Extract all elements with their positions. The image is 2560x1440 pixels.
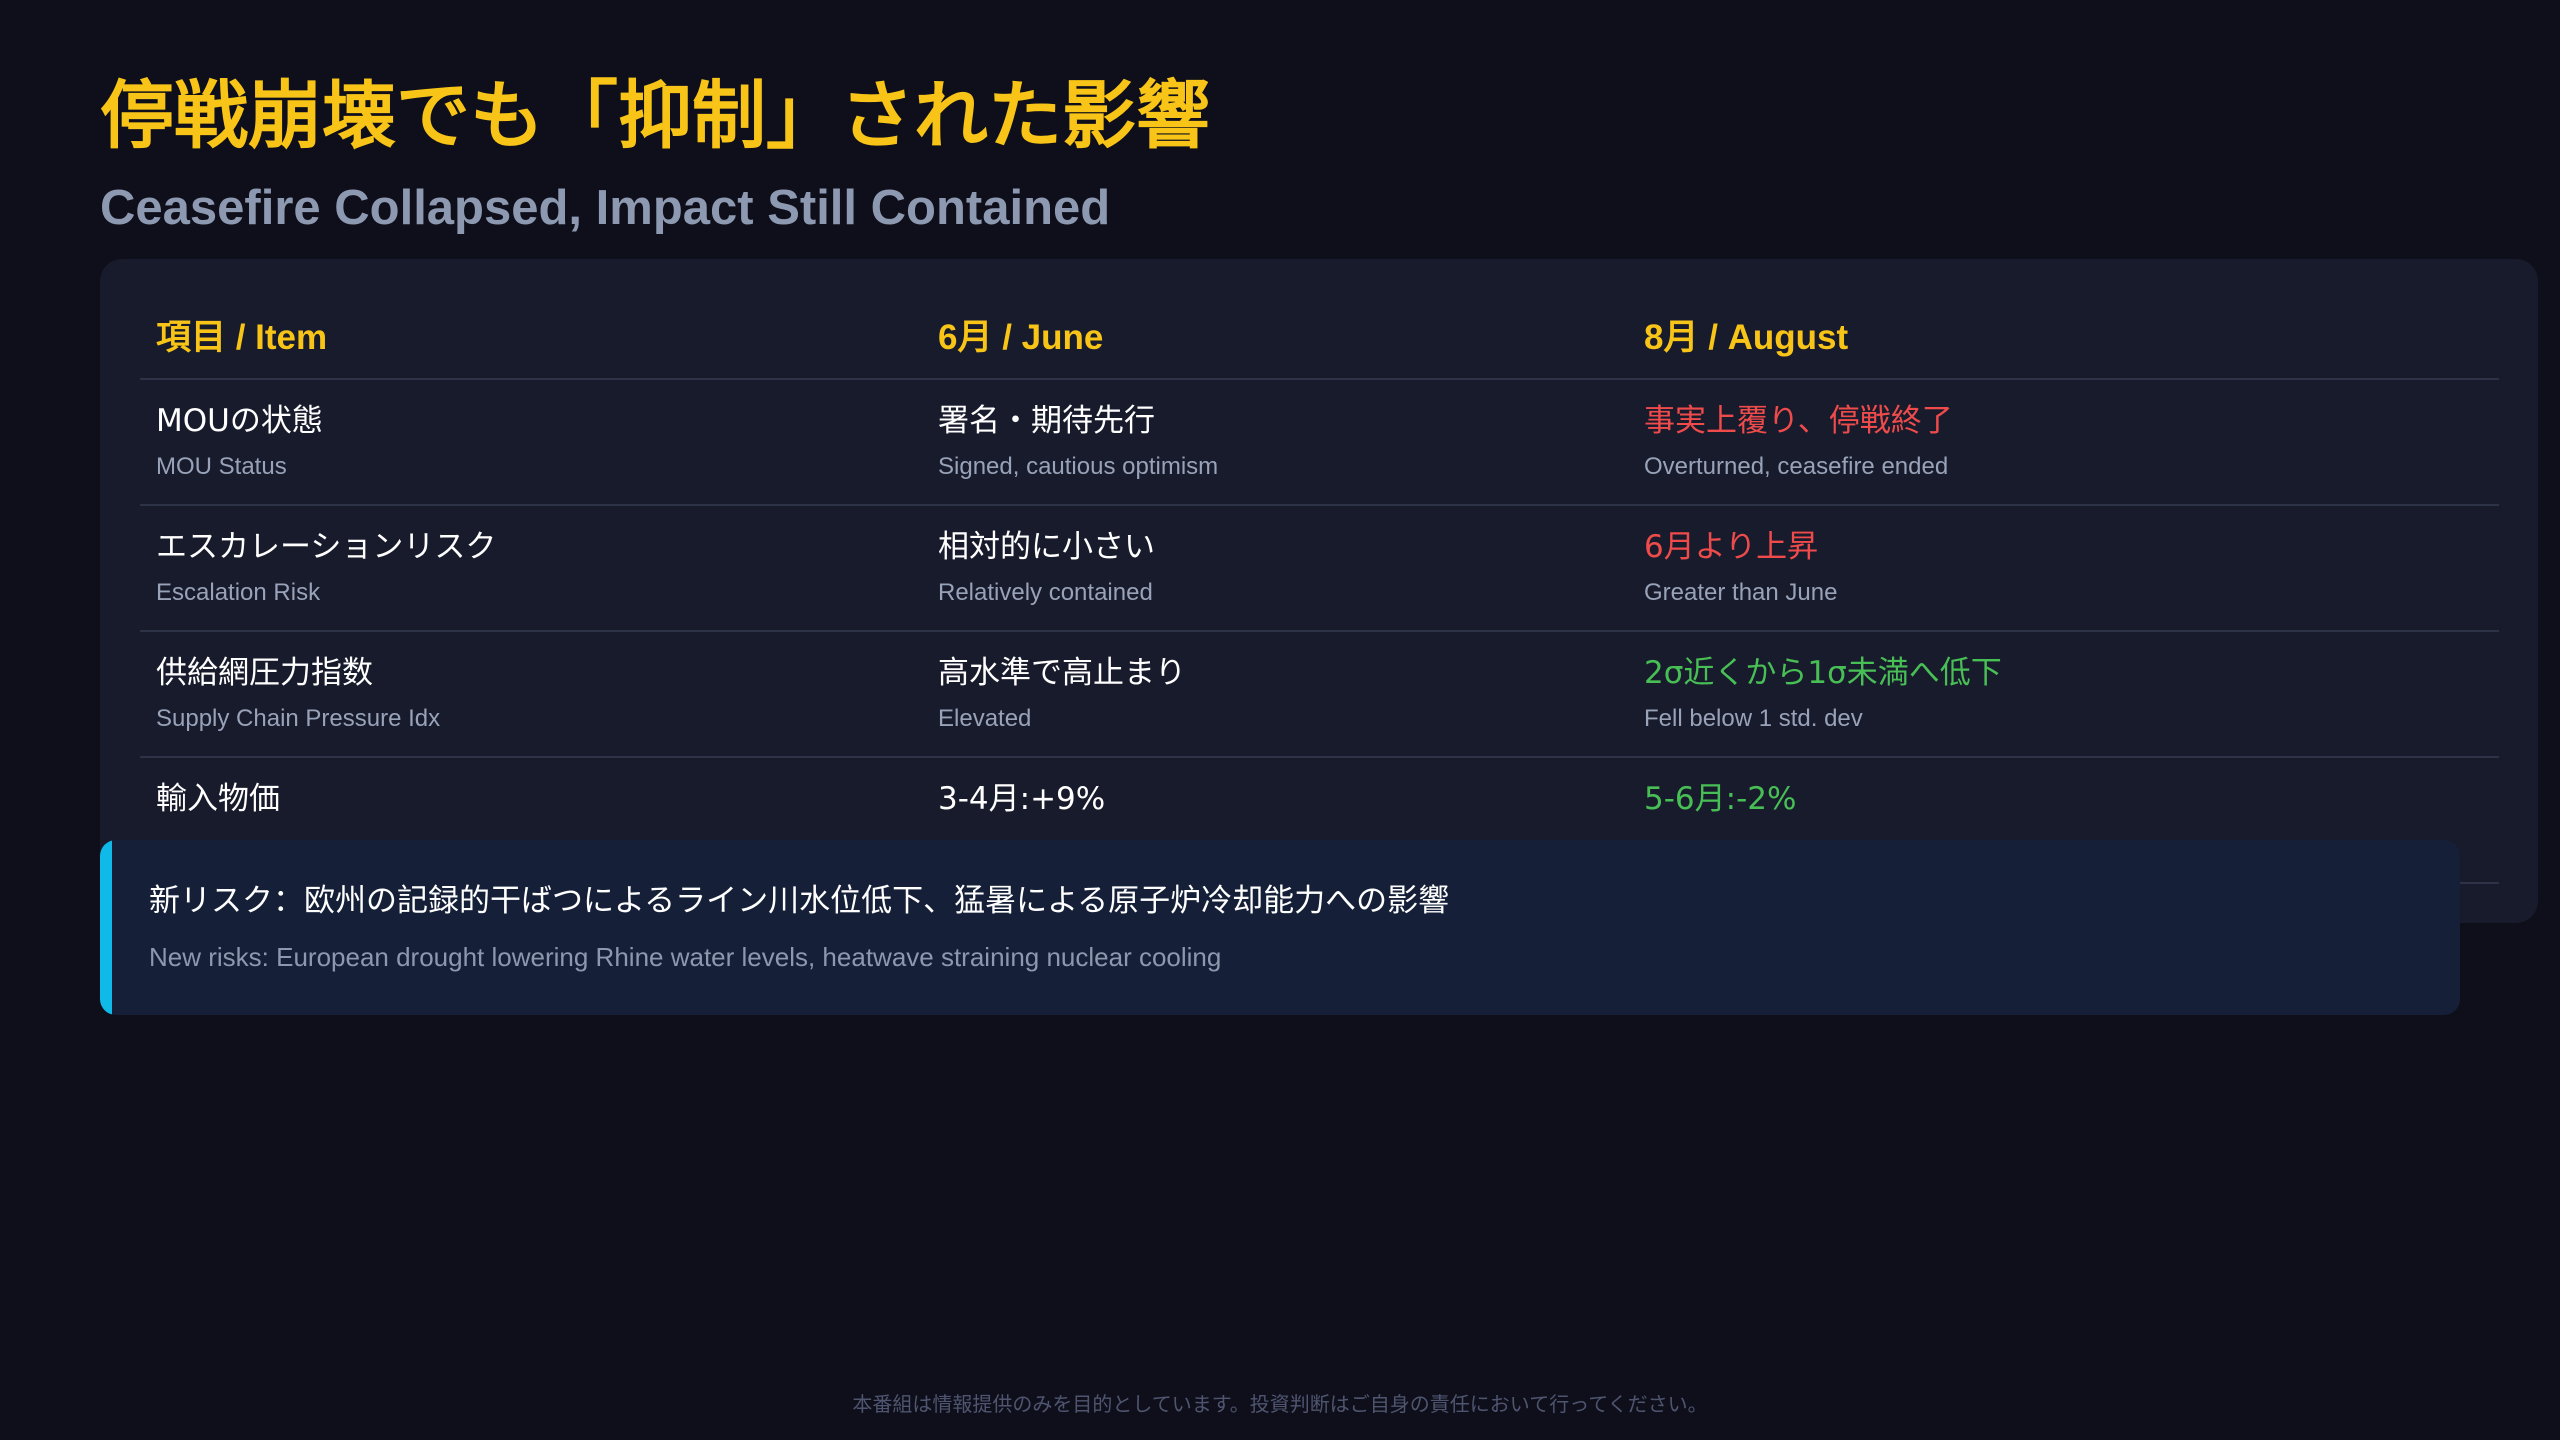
june-cell: 署名・期待先行 Signed, cautious optimism <box>922 380 1628 504</box>
august-value-ja: 2σ近くから1σ未満へ低下 <box>1644 655 2002 691</box>
august-value-ja: 5-6月:-2% <box>1644 781 1797 817</box>
june-cell: 相対的に小さい Relatively contained <box>922 506 1628 630</box>
new-risk-callout: 新リスク：欧州の記録的干ばつによるライン川水位低下、猛暑による原子炉冷却能力への… <box>100 840 2460 1015</box>
august-cell: 6月より上昇 Greater than June <box>1628 506 2499 630</box>
callout-accent-bar <box>100 840 112 1015</box>
table-row: エスカレーションリスク Escalation Risk 相対的に小さい Rela… <box>140 506 2499 632</box>
callout-text-en: New risks: European drought lowering Rhi… <box>149 942 1222 972</box>
august-value-en: Fell below 1 std. dev <box>1644 705 1863 732</box>
june-cell: 高水準で高止まり Elevated <box>922 632 1628 756</box>
item-cell: MOUの状態 MOU Status <box>140 380 922 504</box>
june-value-ja: 署名・期待先行 <box>938 403 1155 439</box>
item-label-en: MOU Status <box>156 453 287 480</box>
june-value-en: Relatively contained <box>938 579 1153 606</box>
page-title: 停戦崩壊でも「抑制」された影響 <box>100 73 1210 159</box>
august-cell: 事実上覆り、停戦終了 Overturned, ceasefire ended <box>1628 380 2499 504</box>
item-label-ja: 輸入物価 <box>156 781 280 817</box>
page-subtitle: Ceasefire Collapsed, Impact Still Contai… <box>100 181 1111 235</box>
june-value-ja: 相対的に小さい <box>938 529 1155 565</box>
item-cell: 供給網圧力指数 Supply Chain Pressure Idx <box>140 632 922 756</box>
item-label-en: Escalation Risk <box>156 579 321 606</box>
column-header-august: 8月 / August <box>1644 318 1849 357</box>
slide: 停戦崩壊でも「抑制」された影響 Ceasefire Collapsed, Imp… <box>0 0 2560 1440</box>
june-value-ja: 高水準で高止まり <box>938 655 1186 691</box>
comparison-table: 項目 / Item 6月 / June 8月 / August MOUの状態 M… <box>140 259 2499 884</box>
item-label-ja: 供給網圧力指数 <box>156 655 373 691</box>
comparison-table-panel: 項目 / Item 6月 / June 8月 / August MOUの状態 M… <box>100 259 2538 923</box>
column-header-june: 6月 / June <box>938 318 1104 357</box>
callout-text-ja: 新リスク：欧州の記録的干ばつによるライン川水位低下、猛暑による原子炉冷却能力への… <box>149 883 1450 919</box>
august-value-ja: 事実上覆り、停戦終了 <box>1644 403 1953 439</box>
item-label-ja: エスカレーションリスク <box>156 529 497 565</box>
august-value-en: Greater than June <box>1644 579 1838 606</box>
table-header-row: 項目 / Item 6月 / June 8月 / August <box>140 259 2499 380</box>
disclaimer: 本番組は情報提供のみを目的としています。投資判断はご自身の責任において行ってくだ… <box>852 1392 1708 1416</box>
item-label-ja: MOUの状態 <box>156 403 323 439</box>
august-value-ja: 6月より上昇 <box>1644 529 1819 565</box>
item-label-en: Supply Chain Pressure Idx <box>156 705 441 732</box>
august-cell: 2σ近くから1σ未満へ低下 Fell below 1 std. dev <box>1628 632 2499 756</box>
june-value-en: Elevated <box>938 705 1032 732</box>
column-header-item: 項目 / Item <box>156 318 328 357</box>
august-value-en: Overturned, ceasefire ended <box>1644 453 1949 480</box>
item-cell: エスカレーションリスク Escalation Risk <box>140 506 922 630</box>
june-value-ja: 3-4月:+9% <box>938 781 1106 817</box>
june-value-en: Signed, cautious optimism <box>938 453 1219 480</box>
table-row: MOUの状態 MOU Status 署名・期待先行 Signed, cautio… <box>140 380 2499 506</box>
table-row: 供給網圧力指数 Supply Chain Pressure Idx 高水準で高止… <box>140 632 2499 758</box>
